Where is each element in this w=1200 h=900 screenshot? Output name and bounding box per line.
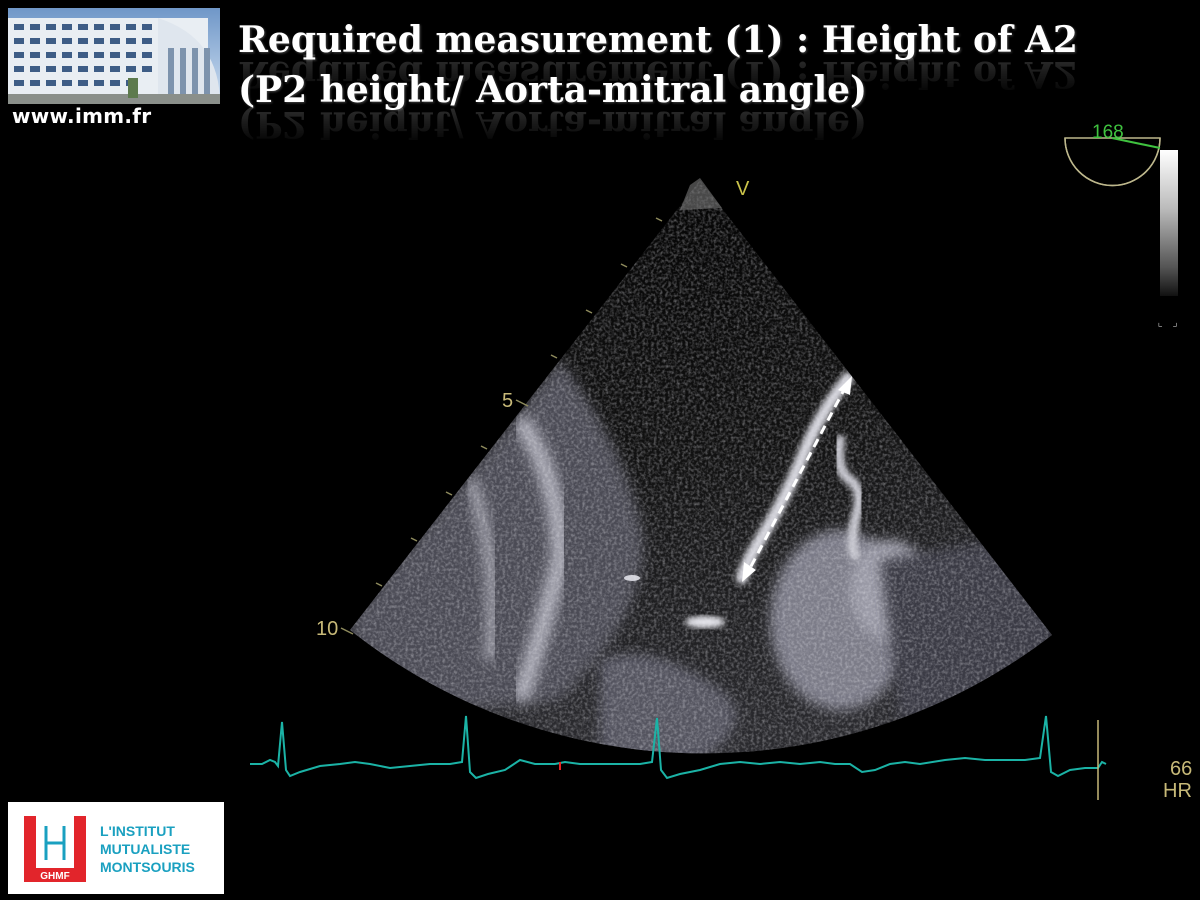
imm-logo-mark: GHMF [24,816,86,882]
depth-label-10: 10 [316,618,339,640]
probe-apex [680,178,722,210]
logo-text-line-1: L'INSTITUT [100,823,175,839]
probe-angle-indicator [1064,137,1161,187]
probe-orientation-marker: V [736,178,750,200]
heart-rate-label: HR [1163,780,1192,802]
depth-label-5: 5 [502,390,514,412]
bracket-marker: ⌞⌟ [1157,316,1187,329]
echocardiogram-image [250,137,1161,800]
grayscale-bar [1160,150,1178,296]
logo-mark-caption: GHMF [40,871,69,882]
heart-rate-value: 66 [1170,758,1193,780]
probe-angle-readout: 168 [1092,122,1124,143]
ultrasound-sector [350,180,1052,754]
logo-text-line-2: MUTUALISTE [100,841,191,857]
logo-text-line-3: MONTSOURIS [100,859,195,875]
imm-logo: GHMF L'INSTITUT MUTUALISTE MONTSOURIS [8,802,224,894]
